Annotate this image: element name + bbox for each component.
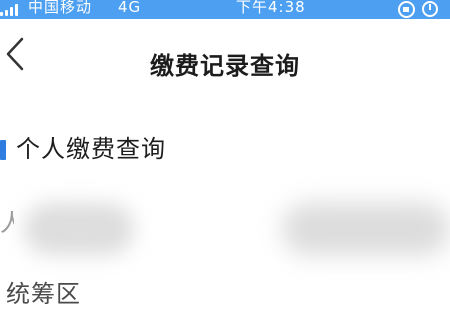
section-accent-bar [0, 140, 6, 160]
district-label: 统筹区 [6, 280, 81, 308]
field-label-partial: 人 [0, 209, 14, 235]
status-time: 下午4:38 [236, 0, 306, 16]
personal-info-row: 人 [0, 195, 450, 267]
blurred-id-value [282, 203, 450, 255]
network-type: 4G [118, 0, 142, 16]
blurred-name-value [24, 203, 134, 255]
page-title: 缴费记录查询 [150, 52, 300, 80]
carrier-name: 中国移动 [28, 0, 93, 16]
section-title: 个人缴费查询 [16, 135, 166, 163]
screen-lock-icon [398, 1, 415, 18]
status-icons [398, 1, 444, 18]
alarm-icon [422, 1, 438, 17]
status-bar: 中国移动 4G 下午4:38 [0, 0, 450, 19]
section-header: 个人缴费查询 [0, 130, 450, 170]
navigation-bar: 缴费记录查询 [0, 19, 450, 89]
signal-icon [0, 4, 22, 16]
